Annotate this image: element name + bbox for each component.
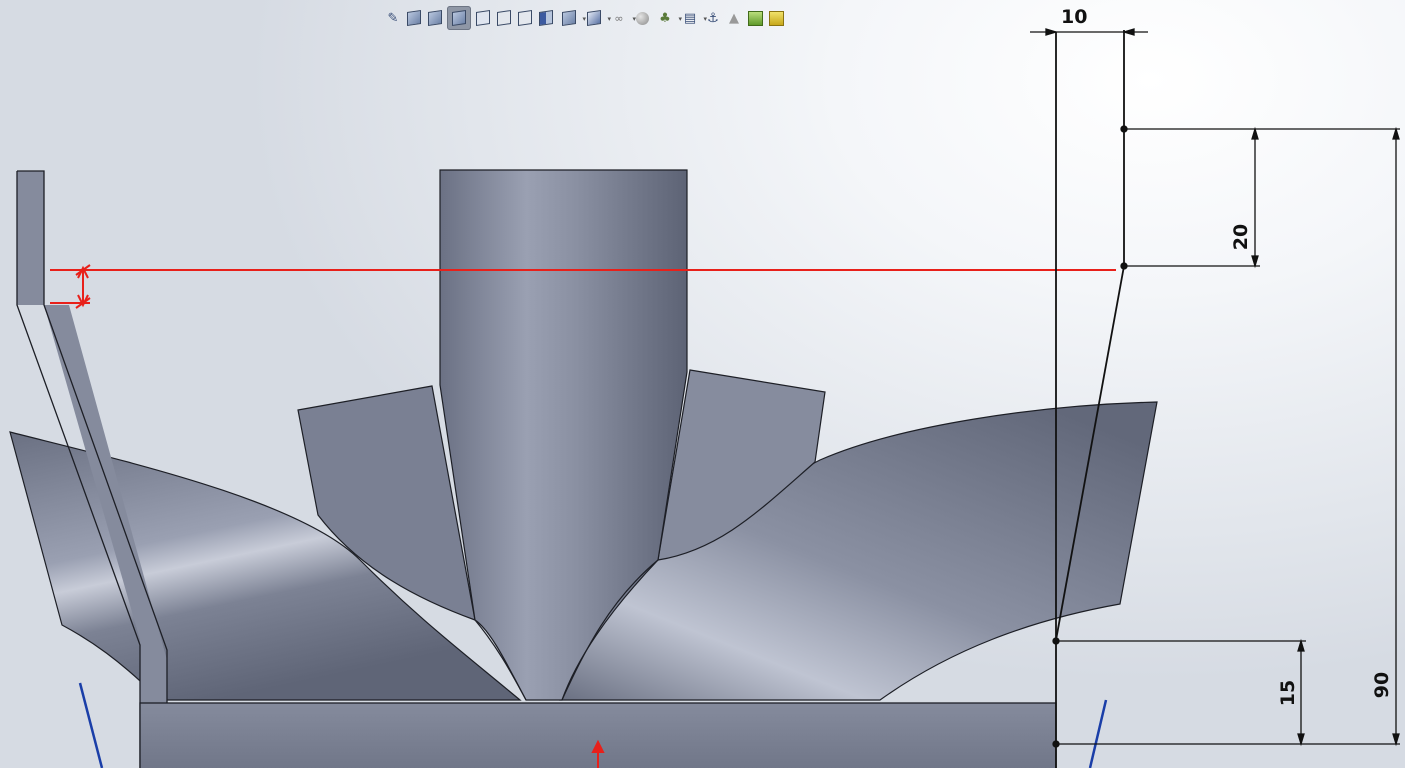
dimension-10[interactable]: 10 <box>1061 6 1087 28</box>
render-tools-icon[interactable]: ▲ <box>725 9 743 27</box>
view-orientation-icon[interactable]: ▾ <box>558 9 586 27</box>
model-view[interactable] <box>0 0 1405 768</box>
anchor-icon[interactable]: ⚓ <box>704 9 722 27</box>
hidden-lines-visible-icon[interactable] <box>474 9 492 27</box>
display-style-icon[interactable]: ▾ <box>583 9 611 27</box>
hidden-lines-removed-icon[interactable] <box>447 6 471 30</box>
green-tool-icon[interactable] <box>746 9 764 27</box>
section-view-icon[interactable] <box>537 9 555 27</box>
hide-show-items-icon[interactable]: ∞ ▾ <box>608 9 636 27</box>
sketch-profile[interactable] <box>1055 30 1125 768</box>
graphics-area[interactable]: 10 20 15 90 <box>0 0 1405 768</box>
dimension-lines <box>1030 28 1400 748</box>
dimension-20[interactable]: 20 <box>1230 224 1252 250</box>
shaded-icon[interactable] <box>426 9 444 27</box>
shaded-with-edges-icon[interactable] <box>405 9 423 27</box>
apply-scene-icon[interactable]: ♣ ▾ <box>654 9 682 27</box>
wireframe-icon[interactable] <box>495 9 513 27</box>
yellow-tool-icon[interactable] <box>767 9 785 27</box>
view-settings-icon[interactable]: ▤ ▾ <box>679 9 707 27</box>
dimension-15[interactable]: 15 <box>1277 680 1299 706</box>
dimension-90[interactable]: 90 <box>1371 672 1393 698</box>
edit-appearance-icon[interactable] <box>633 9 651 27</box>
draft-quality-icon[interactable] <box>516 9 534 27</box>
zoom-to-fit-icon[interactable]: ✎ <box>384 9 402 27</box>
heads-up-view-toolbar: ✎ ▾ ▾ ∞ ▾ ♣ ▾ ▤ ▾ ⚓ ▲ <box>384 5 785 31</box>
